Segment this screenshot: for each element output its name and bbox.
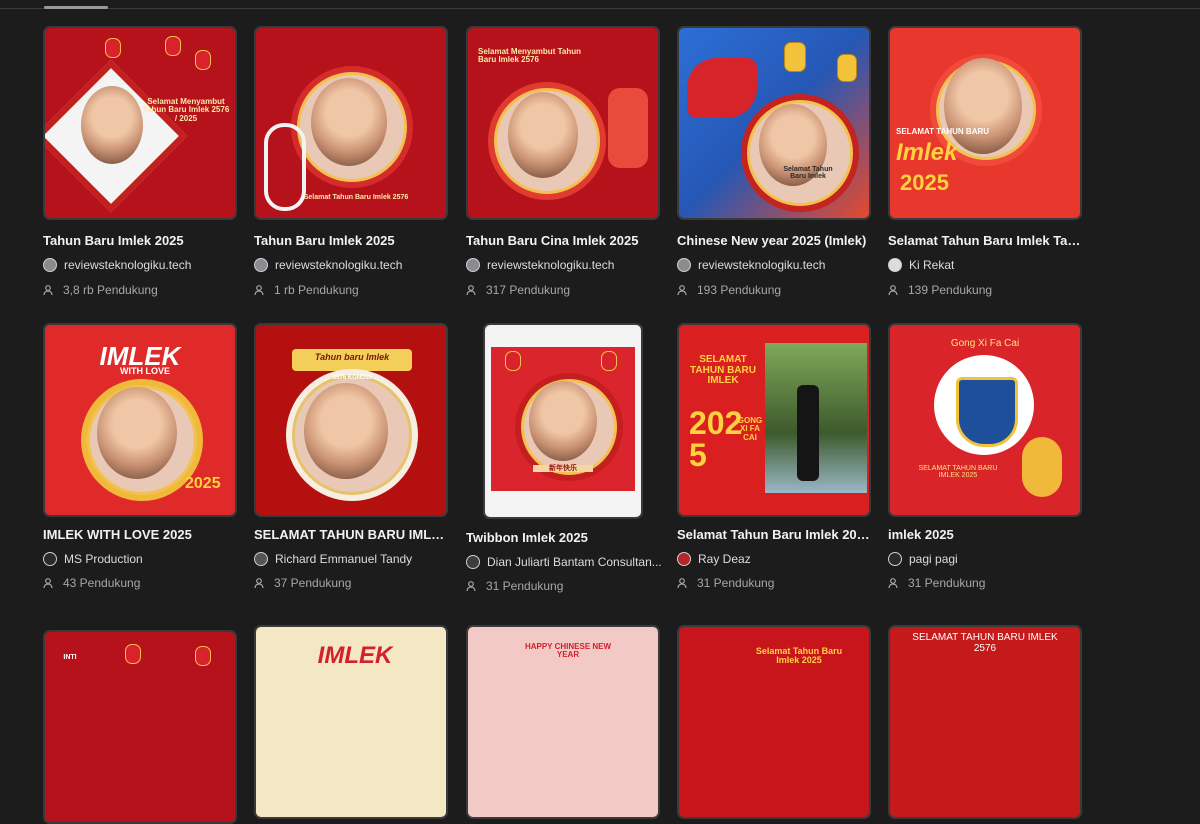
campaign-thumbnail[interactable]: INTI bbox=[43, 630, 237, 824]
campaign-thumbnail[interactable]: Selamat Tahun Baru Imlek 2025 bbox=[677, 625, 871, 819]
users-icon bbox=[677, 578, 687, 589]
campaign-thumbnail[interactable]: SELAMAT TAHUN BARU IMLEK 2576 bbox=[888, 625, 1082, 819]
campaign-thumbnail[interactable]: Selamat Menyambut Tahun Baru Imlek 2576 … bbox=[43, 26, 237, 220]
campaign-thumbnail[interactable]: Selamat Tahun Baru Imlek 2576 bbox=[254, 26, 448, 220]
campaign-author[interactable]: reviewsteknologiku.tech bbox=[43, 258, 239, 272]
campaign-title[interactable]: SELAMAT TAHUN BARU IMLEK ... bbox=[254, 527, 450, 542]
campaign-author[interactable]: Dian Juliarti Bantam Consultan... bbox=[466, 555, 662, 569]
users-icon bbox=[466, 285, 476, 296]
author-avatar bbox=[43, 258, 57, 272]
active-tab-indicator bbox=[44, 6, 108, 9]
supporter-count: 139 Pendukung bbox=[888, 283, 1084, 297]
users-icon bbox=[677, 285, 687, 296]
users-icon bbox=[888, 285, 898, 296]
users-icon bbox=[43, 285, 53, 296]
author-avatar bbox=[888, 258, 902, 272]
author-avatar bbox=[254, 552, 268, 566]
supporter-count: 1 rb Pendukung bbox=[254, 283, 450, 297]
campaign-thumbnail[interactable]: HAPPY CHINESE NEW YEAR bbox=[466, 625, 660, 819]
author-avatar bbox=[677, 258, 691, 272]
supporter-count: 317 Pendukung bbox=[466, 283, 662, 297]
campaign-thumbnail[interactable]: Selamat Menyambut Tahun Baru Imlek 2576 bbox=[466, 26, 660, 220]
campaign-thumbnail[interactable]: Gong Xi Fa Cai SELAMAT TAHUN BARU IMLEK … bbox=[888, 323, 1082, 517]
author-avatar bbox=[466, 555, 480, 569]
campaign-title[interactable]: Selamat Tahun Baru Imlek 202... bbox=[677, 527, 873, 542]
author-avatar bbox=[466, 258, 480, 272]
supporter-count: 193 Pendukung bbox=[677, 283, 873, 297]
campaign-title[interactable]: Tahun Baru Imlek 2025 bbox=[43, 233, 239, 248]
users-icon bbox=[43, 578, 53, 589]
campaign-thumbnail[interactable]: 新年快乐 bbox=[483, 323, 643, 519]
campaign-title[interactable]: Twibbon Imlek 2025 bbox=[466, 530, 662, 545]
campaign-thumbnail[interactable]: Selamat Tahun Baru Imlek bbox=[677, 26, 871, 220]
author-avatar bbox=[43, 552, 57, 566]
supporter-count: 3,8 rb Pendukung bbox=[43, 283, 239, 297]
campaign-thumbnail[interactable]: IMLEK WITH LOVE 2025 bbox=[43, 323, 237, 517]
supporter-count: 37 Pendukung bbox=[254, 576, 450, 590]
campaign-author[interactable]: reviewsteknologiku.tech bbox=[466, 258, 662, 272]
campaign-title[interactable]: Tahun Baru Imlek 2025 bbox=[254, 233, 450, 248]
campaign-title[interactable]: IMLEK WITH LOVE 2025 bbox=[43, 527, 239, 542]
campaign-author[interactable]: reviewsteknologiku.tech bbox=[254, 258, 450, 272]
campaign-thumbnail[interactable]: SELAMAT TAHUN BARU IMLEK 2025 GONG XI FA… bbox=[677, 323, 871, 517]
campaign-title[interactable]: Selamat Tahun Baru Imlek Tah... bbox=[888, 233, 1084, 248]
campaign-title[interactable]: imlek 2025 bbox=[888, 527, 1084, 542]
campaign-thumbnail[interactable]: IMLEK bbox=[254, 625, 448, 819]
author-avatar bbox=[254, 258, 268, 272]
users-icon bbox=[466, 581, 476, 592]
campaign-title[interactable]: Tahun Baru Cina Imlek 2025 bbox=[466, 233, 662, 248]
campaign-author[interactable]: reviewsteknologiku.tech bbox=[677, 258, 873, 272]
campaign-author[interactable]: MS Production bbox=[43, 552, 239, 566]
users-icon bbox=[254, 285, 264, 296]
campaign-author[interactable]: pagi pagi bbox=[888, 552, 1084, 566]
campaign-thumbnail[interactable]: SELAMAT TAHUN BARU Imlek 2025 bbox=[888, 26, 1082, 220]
campaign-thumbnail[interactable]: Tahun baru Imlek 2576 KONGZI bbox=[254, 323, 448, 517]
supporter-count: 43 Pendukung bbox=[43, 576, 239, 590]
campaign-title[interactable]: Chinese New year 2025 (Imlek) bbox=[677, 233, 873, 248]
author-avatar bbox=[888, 552, 902, 566]
top-divider bbox=[0, 8, 1200, 9]
campaign-author[interactable]: Richard Emmanuel Tandy bbox=[254, 552, 450, 566]
supporter-count: 31 Pendukung bbox=[677, 576, 873, 590]
supporter-count: 31 Pendukung bbox=[888, 576, 1084, 590]
users-icon bbox=[254, 578, 264, 589]
campaign-author[interactable]: Ray Deaz bbox=[677, 552, 873, 566]
campaign-author[interactable]: Ki Rekat bbox=[888, 258, 1084, 272]
users-icon bbox=[888, 578, 898, 589]
supporter-count: 31 Pendukung bbox=[466, 579, 662, 593]
author-avatar bbox=[677, 552, 691, 566]
